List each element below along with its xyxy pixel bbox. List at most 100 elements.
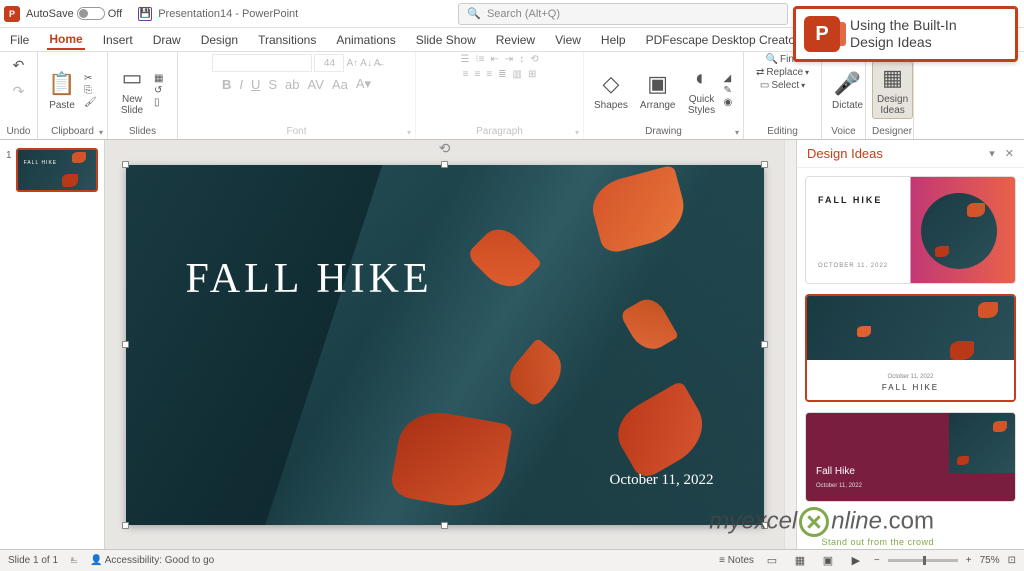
- resize-handle[interactable]: [122, 161, 129, 168]
- toggle-switch-icon[interactable]: [77, 7, 105, 20]
- group-undo-label: Undo: [6, 126, 31, 139]
- tab-view[interactable]: View: [553, 31, 583, 49]
- shape-outline-icon[interactable]: ✎: [724, 85, 733, 96]
- slide-thumbnail-1[interactable]: FALL HIKE: [16, 148, 98, 192]
- format-painter-icon[interactable]: 🖌: [84, 97, 97, 108]
- resize-handle[interactable]: [761, 341, 768, 348]
- bold-button[interactable]: B: [222, 77, 231, 92]
- search-box[interactable]: 🔍 Search (Alt+Q): [458, 3, 788, 25]
- copy-icon[interactable]: ⎘: [84, 85, 97, 96]
- italic-button[interactable]: I: [239, 77, 243, 92]
- resize-handle[interactable]: [122, 522, 129, 529]
- design-idea-2[interactable]: October 11, 2022 FALL HIKE: [805, 294, 1016, 402]
- resize-handle[interactable]: [122, 341, 129, 348]
- tab-insert[interactable]: Insert: [101, 31, 135, 49]
- undo-button[interactable]: ↶: [6, 54, 32, 76]
- tab-design[interactable]: Design: [199, 31, 240, 49]
- pane-dropdown-icon[interactable]: ▾: [989, 147, 995, 160]
- tab-transitions[interactable]: Transitions: [256, 31, 318, 49]
- slideshow-view-icon[interactable]: ▶: [846, 554, 866, 568]
- normal-view-icon[interactable]: ▭: [762, 554, 782, 568]
- line-spacing-icon[interactable]: ↕: [519, 54, 524, 65]
- tab-home[interactable]: Home: [47, 30, 84, 50]
- slide-canvas[interactable]: ⟲ FALL HIKE October 11, 2022: [105, 140, 784, 549]
- align-left-icon[interactable]: ≡: [463, 69, 469, 80]
- font-size-input[interactable]: 44: [314, 54, 344, 72]
- autosave-toggle[interactable]: AutoSave Off: [26, 7, 122, 20]
- reset-icon[interactable]: ↺: [154, 85, 163, 96]
- layout-icon[interactable]: ▦: [154, 73, 163, 84]
- zoom-level[interactable]: 75%: [980, 555, 1000, 566]
- tab-draw[interactable]: Draw: [151, 31, 183, 49]
- justify-icon[interactable]: ≣: [498, 69, 506, 80]
- tab-pdfescape[interactable]: PDFescape Desktop Creator: [644, 31, 801, 49]
- select-button[interactable]: ▭Select▾: [760, 80, 805, 91]
- launcher-icon[interactable]: ▾: [407, 128, 411, 137]
- tab-file[interactable]: File: [8, 31, 31, 49]
- resize-handle[interactable]: [761, 522, 768, 529]
- numbering-icon[interactable]: ⁝≡: [475, 54, 484, 65]
- clear-format-icon[interactable]: A̶: [374, 58, 381, 69]
- tab-animations[interactable]: Animations: [334, 31, 397, 49]
- bullets-icon[interactable]: ☰: [460, 54, 469, 65]
- zoom-slider[interactable]: [888, 559, 958, 562]
- language-icon[interactable]: ⎁: [70, 555, 78, 566]
- pane-close-icon[interactable]: ✕: [1005, 147, 1014, 160]
- paste-button[interactable]: 📋 Paste: [44, 68, 80, 113]
- character-spacing-button[interactable]: AV: [308, 77, 324, 92]
- cut-icon[interactable]: ✂: [84, 73, 97, 84]
- underline-button[interactable]: U: [251, 77, 260, 92]
- arrange-button[interactable]: ▣Arrange: [636, 68, 680, 113]
- shapes-button[interactable]: ◇Shapes: [590, 68, 632, 113]
- columns-icon[interactable]: ▥: [513, 69, 522, 80]
- redo-button[interactable]: ↷: [6, 80, 32, 102]
- text-direction-icon[interactable]: ⟲: [530, 54, 538, 65]
- new-slide-button[interactable]: ▭ New Slide: [114, 62, 150, 118]
- dictate-button[interactable]: 🎤Dictate: [828, 68, 867, 113]
- decrease-font-icon[interactable]: A↓: [360, 58, 372, 69]
- launcher-icon[interactable]: ▾: [735, 128, 739, 137]
- design-idea-1[interactable]: FALL HIKE OCTOBER 11, 2022: [805, 176, 1016, 284]
- accessibility-status[interactable]: 👤 Accessibility: Good to go: [90, 555, 214, 566]
- zoom-in-button[interactable]: +: [966, 555, 972, 566]
- shape-effects-icon[interactable]: ◉: [724, 97, 733, 108]
- slide-counter[interactable]: Slide 1 of 1: [8, 555, 58, 566]
- reading-view-icon[interactable]: ▣: [818, 554, 838, 568]
- align-right-icon[interactable]: ≡: [486, 69, 492, 80]
- save-icon[interactable]: 💾: [138, 7, 152, 21]
- shape-fill-icon[interactable]: ◢: [724, 73, 733, 84]
- smartart-icon[interactable]: ⊞: [528, 69, 536, 80]
- indent-left-icon[interactable]: ⇤: [490, 54, 498, 65]
- increase-font-icon[interactable]: A↑: [346, 58, 358, 69]
- change-case-button[interactable]: Aa: [332, 77, 348, 92]
- fit-window-icon[interactable]: ⊡: [1008, 555, 1016, 566]
- document-title[interactable]: Presentation14 - PowerPoint: [158, 8, 298, 20]
- strikethrough-button[interactable]: S: [268, 77, 277, 92]
- resize-handle[interactable]: [441, 161, 448, 168]
- design-ideas-button[interactable]: ▦Design Ideas: [872, 61, 913, 119]
- tab-review[interactable]: Review: [494, 31, 537, 49]
- rotation-handle-icon[interactable]: ⟲: [437, 141, 453, 157]
- quick-styles-button[interactable]: ◐Quick Styles: [684, 62, 720, 118]
- section-icon[interactable]: ▯: [154, 97, 163, 108]
- slide-title[interactable]: FALL HIKE: [186, 255, 433, 303]
- zoom-out-button[interactable]: −: [874, 555, 880, 566]
- slide-date[interactable]: October 11, 2022: [609, 472, 713, 489]
- design-idea-3[interactable]: Fall Hike October 11, 2022: [805, 412, 1016, 502]
- slide-content[interactable]: FALL HIKE October 11, 2022: [126, 165, 764, 525]
- tab-help[interactable]: Help: [599, 31, 628, 49]
- vertical-scrollbar[interactable]: [784, 140, 796, 549]
- resize-handle[interactable]: [761, 161, 768, 168]
- notes-button[interactable]: ≡ Notes: [719, 555, 754, 566]
- launcher-icon[interactable]: ▾: [575, 128, 579, 137]
- tab-slideshow[interactable]: Slide Show: [414, 31, 478, 49]
- pane-body[interactable]: FALL HIKE OCTOBER 11, 2022 October 11, 2…: [797, 168, 1024, 549]
- indent-right-icon[interactable]: ⇥: [505, 54, 513, 65]
- sorter-view-icon[interactable]: ▦: [790, 554, 810, 568]
- font-color-button[interactable]: A▾: [356, 76, 371, 92]
- replace-button[interactable]: ⇄Replace▾: [756, 67, 809, 78]
- resize-handle[interactable]: [441, 522, 448, 529]
- shadow-button[interactable]: ab: [285, 77, 299, 92]
- launcher-icon[interactable]: ▾: [99, 128, 103, 137]
- align-center-icon[interactable]: ≡: [474, 69, 480, 80]
